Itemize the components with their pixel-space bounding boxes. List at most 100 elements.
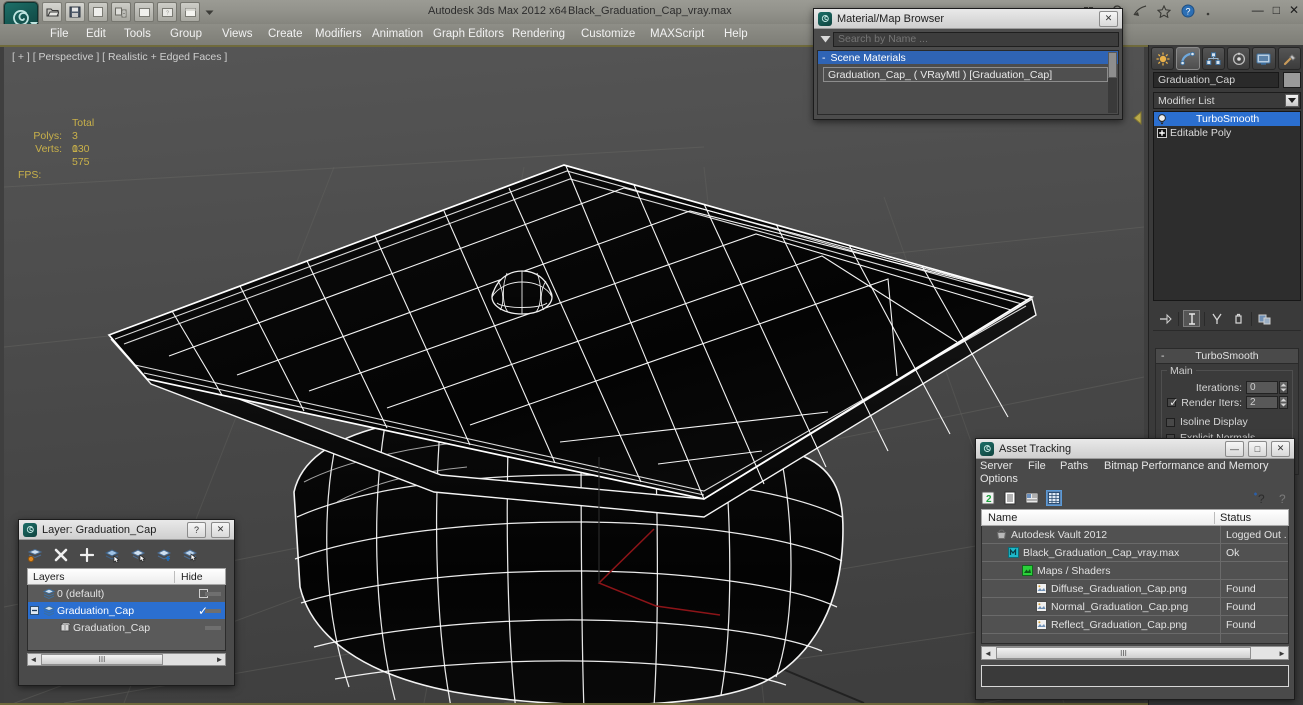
object-color-swatch[interactable] — [1283, 72, 1301, 88]
help-icon[interactable]: ? — [1274, 490, 1290, 506]
menu-file[interactable]: File — [50, 28, 69, 40]
at-menu-paths[interactable]: Paths — [1060, 460, 1088, 472]
at-asset-row[interactable]: Black_Graduation_Cap_vray.max Ok — [982, 544, 1288, 562]
mmb-material-item[interactable]: Graduation_Cap_ ( VRayMtl ) [Graduation_… — [823, 67, 1108, 82]
at-menu-file[interactable]: File — [1028, 460, 1046, 472]
mmb-scrollbar[interactable] — [1108, 52, 1117, 113]
isoline-row[interactable]: Isoline Display — [1166, 414, 1288, 430]
menu-tools[interactable]: Tools — [124, 28, 151, 40]
modifier-stack-item-turbosmooth[interactable]: TurboSmooth — [1154, 112, 1300, 126]
mmb-close-button[interactable]: ✕ — [1099, 10, 1118, 27]
menu-edit[interactable]: Edit — [86, 28, 106, 40]
close-button[interactable]: ✕ — [1289, 4, 1299, 16]
open-icon[interactable] — [42, 2, 62, 22]
select-layer-icon[interactable] — [182, 547, 199, 564]
minimize-button[interactable]: — — [1252, 4, 1264, 16]
menu-views[interactable]: Views — [222, 28, 252, 40]
select-objects-icon[interactable] — [104, 547, 121, 564]
highlight-icon[interactable] — [130, 547, 147, 564]
menu-help[interactable]: Help — [724, 28, 748, 40]
at-menu-options[interactable]: Options — [980, 473, 1018, 485]
mmb-category-scene-materials[interactable]: - Scene Materials — [818, 51, 1118, 64]
redo-icon[interactable] — [111, 2, 131, 22]
at-asset-row[interactable]: Normal_Graduation_Cap.png Found — [982, 598, 1288, 616]
at-asset-row[interactable]: Diffuse_Graduation_Cap.png Found — [982, 580, 1288, 598]
at-scroll-left-icon[interactable]: ◄ — [982, 649, 994, 658]
layer-help-button[interactable]: ? — [187, 521, 206, 538]
select-icon[interactable] — [180, 2, 200, 22]
menu-modifiers[interactable]: Modifiers — [315, 28, 362, 40]
filter-triangle-icon[interactable] — [817, 31, 833, 47]
table-view-icon[interactable] — [1046, 490, 1062, 506]
at-menu-server[interactable]: Server — [980, 460, 1012, 472]
menu-create[interactable]: Create — [268, 28, 303, 40]
at-close-button[interactable]: ✕ — [1271, 440, 1290, 457]
layer-scroll-track[interactable]: III — [39, 654, 214, 665]
more-dot-icon[interactable] — [1205, 7, 1211, 19]
at-asset-row[interactable]: Maps / Shaders — [982, 562, 1288, 580]
at-scroll-thumb[interactable]: III — [996, 647, 1251, 659]
iterations-spinner[interactable] — [1279, 381, 1288, 394]
show-end-result-icon[interactable] — [1183, 310, 1200, 327]
utilities-tab-icon[interactable] — [1277, 47, 1301, 70]
at-asset-list[interactable]: Autodesk Vault 2012 Logged Out . Black_Gra… — [981, 526, 1289, 644]
layer-close-button[interactable]: ✕ — [211, 521, 230, 538]
make-unique-icon[interactable] — [1209, 310, 1226, 327]
at-scroll-track[interactable]: III — [994, 647, 1276, 659]
add-layer-icon[interactable] — [78, 547, 95, 564]
motion-tab-icon[interactable] — [1226, 47, 1251, 70]
isoline-checkbox[interactable] — [1166, 417, 1175, 427]
render-iters-checkbox[interactable]: ✓ — [1167, 397, 1179, 409]
help-icon[interactable]: ? — [1181, 4, 1195, 21]
expand-collapse-icon[interactable] — [28, 606, 41, 615]
help-new-icon[interactable]: ? — [1252, 490, 1268, 506]
object-name-field[interactable]: Graduation_Cap — [1153, 72, 1279, 88]
reference-icon[interactable]: ? — [157, 2, 177, 22]
at-maximize-button[interactable]: □ — [1248, 440, 1267, 457]
at-asset-row[interactable]: Reflect_Graduation_Cap.png Found — [982, 616, 1288, 634]
menu-animation[interactable]: Animation — [372, 28, 423, 40]
menu-graph-editors[interactable]: Graph Editors — [433, 28, 504, 40]
layer-horizontal-scrollbar[interactable]: ◄ III ► — [27, 653, 226, 666]
mmb-scroll-thumb[interactable] — [1108, 52, 1117, 78]
layer-col-hide[interactable]: Hide — [174, 570, 225, 583]
undo-icon[interactable] — [88, 2, 108, 22]
maximize-button[interactable]: □ — [1273, 4, 1280, 16]
save-icon[interactable] — [65, 2, 85, 22]
layer-row[interactable]: 0 (default) — [28, 585, 225, 602]
layer-row[interactable]: Graduation_Cap ✓ — [28, 602, 225, 619]
chevron-down-icon[interactable] — [1285, 94, 1299, 107]
iterations-field[interactable]: 0 — [1246, 381, 1278, 394]
modifier-stack-item-editable-poly[interactable]: Editable Poly — [1154, 126, 1300, 140]
subscription-icon[interactable] — [1132, 5, 1147, 20]
create-tab-icon[interactable] — [1151, 47, 1175, 70]
at-horizontal-scrollbar[interactable]: ◄ III ► — [981, 646, 1289, 660]
list-view-icon[interactable] — [1002, 490, 1018, 506]
layer-scroll-thumb[interactable]: III — [41, 654, 163, 665]
at-col-status[interactable]: Status — [1214, 511, 1288, 524]
refresh-icon[interactable]: 2 — [980, 490, 996, 506]
configure-sets-icon[interactable] — [1256, 310, 1273, 327]
menu-group[interactable]: Group — [170, 28, 202, 40]
delete-layer-icon[interactable] — [52, 547, 69, 564]
favorites-icon[interactable] — [1156, 4, 1172, 21]
modify-tab-icon[interactable] — [1176, 47, 1200, 70]
detail-view-icon[interactable] — [1024, 490, 1040, 506]
new-layer-icon[interactable] — [26, 547, 43, 564]
viewport-label[interactable]: [ + ] [ Perspective ] [ Realistic + Edge… — [12, 51, 227, 63]
layer-list[interactable]: 0 (default) Graduation_Cap ✓ Graduation_Cap — [27, 585, 226, 651]
add-to-layer-icon[interactable] — [156, 547, 173, 564]
asset-tracking-dialog[interactable]: Asset Tracking — □ ✕ Server File Paths Bitm… — [975, 438, 1295, 700]
layer-scroll-left-icon[interactable]: ◄ — [28, 655, 39, 664]
layer-scroll-right-icon[interactable]: ► — [214, 655, 225, 664]
new-icon[interactable] — [134, 2, 154, 22]
material-map-browser-dialog[interactable]: Material/Map Browser ✕ - Scene Materials… — [813, 8, 1123, 120]
menu-customize[interactable]: Customize — [581, 28, 635, 40]
mmb-list[interactable]: - Scene Materials Graduation_Cap_ ( VRay… — [817, 50, 1119, 115]
mmb-search-input[interactable] — [833, 31, 1119, 47]
display-tab-icon[interactable] — [1252, 47, 1276, 70]
at-asset-row[interactable]: Autodesk Vault 2012 Logged Out . — [982, 526, 1288, 544]
layer-row[interactable]: Graduation_Cap — [28, 619, 225, 636]
rollout-header[interactable]: - TurboSmooth — [1156, 349, 1298, 364]
render-iters-spinner[interactable] — [1279, 396, 1288, 409]
